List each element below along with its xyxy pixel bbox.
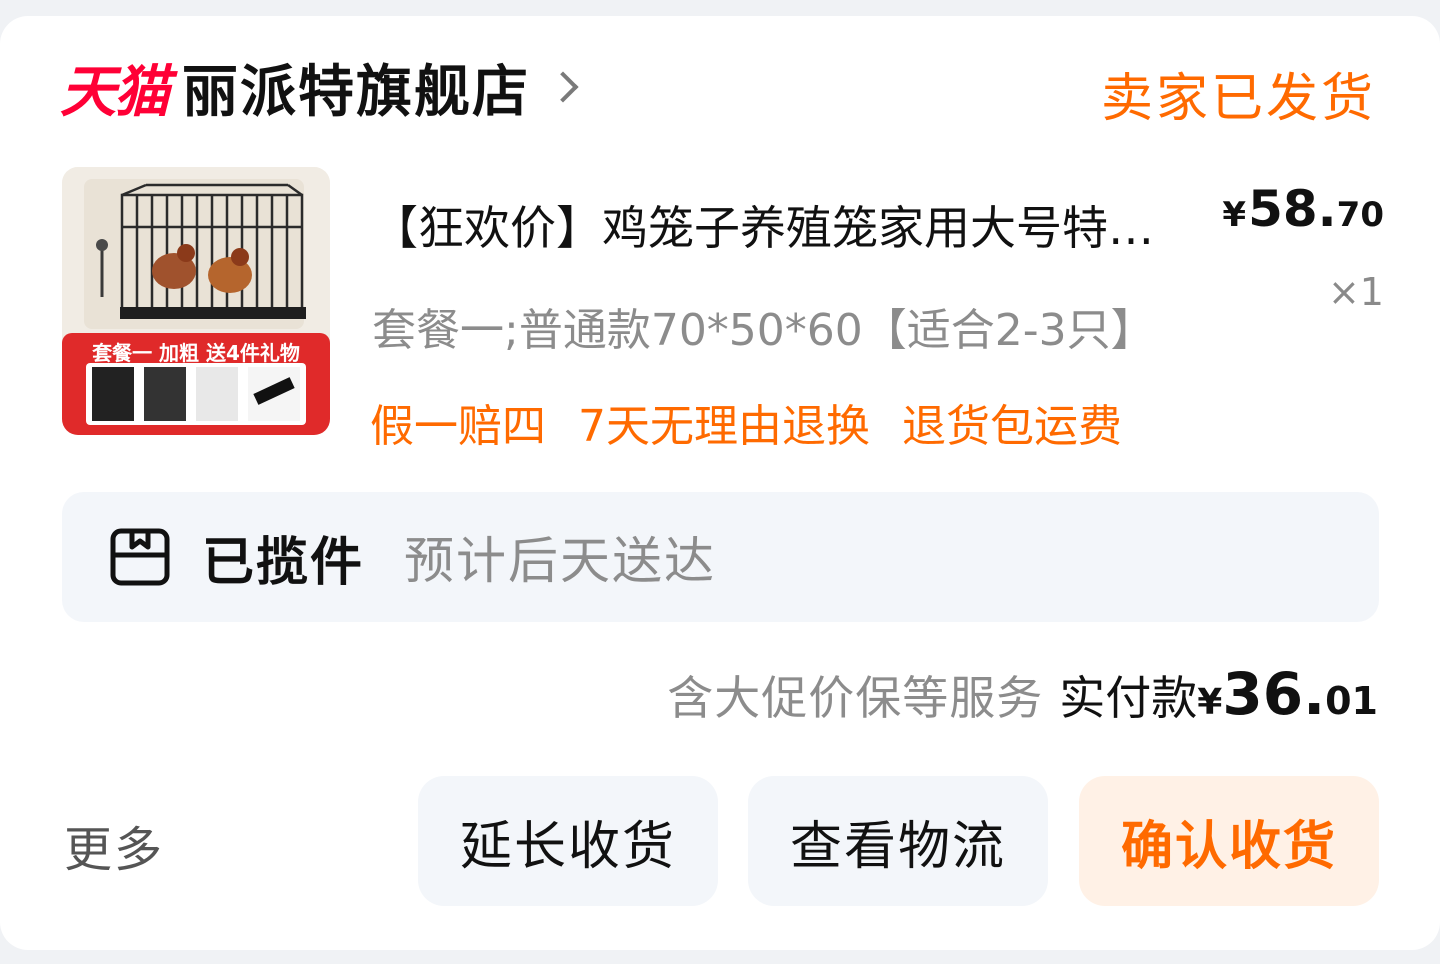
- confirm-receipt-button[interactable]: 确认收货: [1079, 776, 1379, 906]
- chicken-cage-image: [62, 167, 330, 435]
- payment-summary: 含大促价保等服务 实付款 ¥ 36. 01: [667, 660, 1378, 728]
- chevron-right-icon: [547, 71, 579, 103]
- paid-amount-label: 实付款: [1059, 671, 1198, 725]
- unit-price: ¥ 58. 70: [1222, 180, 1384, 238]
- price-currency: ¥: [1222, 195, 1247, 235]
- delivery-eta: 预计后天送达: [404, 532, 717, 590]
- thumb-banner-text: 套餐一 加粗 送4件礼物: [92, 341, 300, 365]
- logistics-status: 已揽件: [202, 532, 365, 593]
- next-card-edge: [0, 950, 1440, 964]
- order-status: 卖家已发货: [1100, 69, 1376, 129]
- more-button[interactable]: 更多: [64, 810, 164, 880]
- store-link[interactable]: 天猫 丽派特旗舰店: [60, 52, 579, 125]
- paid-currency: ¥: [1197, 682, 1223, 723]
- quantity: ×1: [1327, 270, 1384, 314]
- price-protection-note: 含大促价保等服务: [667, 671, 1044, 725]
- service-tag: 7天无理由退换: [578, 401, 870, 452]
- tmall-logo: 天猫: [60, 59, 170, 125]
- store-name: 丽派特旗舰店: [182, 59, 530, 125]
- product-thumbnail[interactable]: 套餐一 加粗 送4件礼物: [62, 167, 330, 435]
- extend-receipt-button[interactable]: 延长收货: [418, 776, 718, 906]
- service-tag: 假一赔四: [370, 401, 546, 452]
- view-logistics-button[interactable]: 查看物流: [748, 776, 1048, 906]
- logistics-panel[interactable]: 已揽件 预计后天送达: [62, 492, 1379, 622]
- paid-integer: 36.: [1222, 660, 1326, 728]
- service-tag: 退货包运费: [902, 401, 1122, 452]
- price-integer: 58.: [1248, 180, 1337, 238]
- package-icon: [110, 528, 170, 586]
- product-title[interactable]: 【狂欢价】鸡笼子养殖笼家用大号特…: [372, 192, 1202, 258]
- paid-decimal: 01: [1325, 679, 1378, 723]
- service-tags: 假一赔四 7天无理由退换 退货包运费: [370, 390, 1122, 454]
- price-decimal: 70: [1336, 195, 1384, 235]
- sku-spec: 套餐一;普通款70*50*60【适合2-3只】: [372, 305, 1155, 356]
